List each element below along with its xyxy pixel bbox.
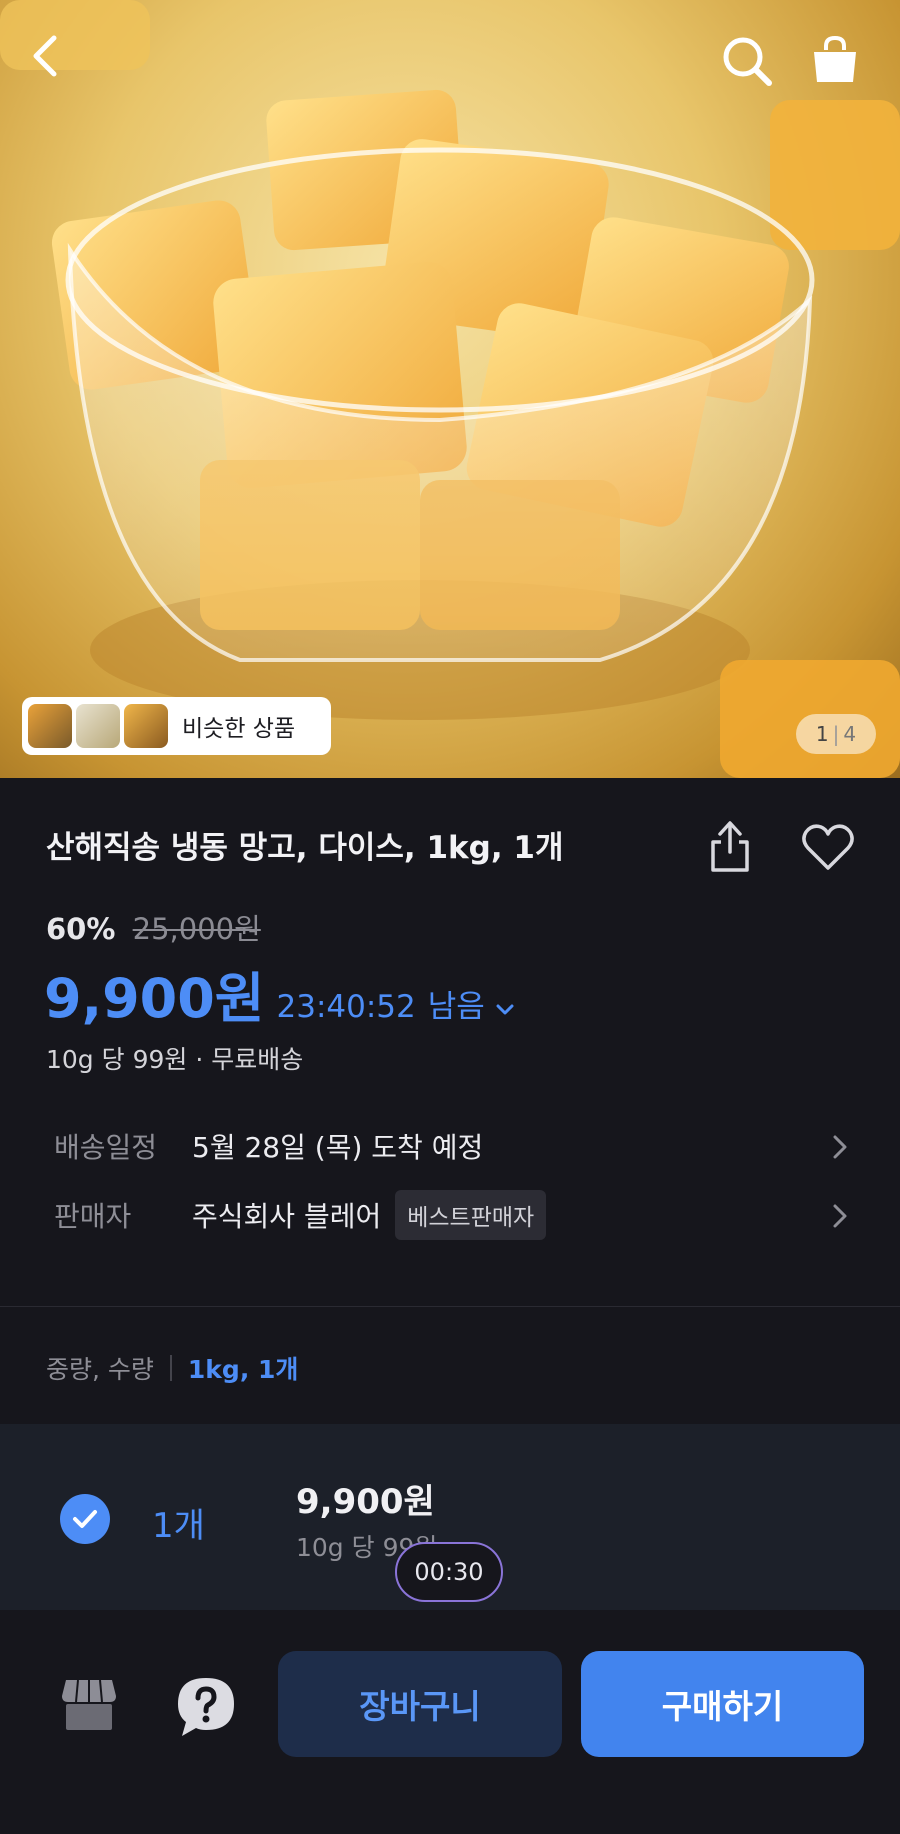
original-price: 25,000원 [132,912,261,946]
discount-row: 60% 25,000원 [46,906,261,948]
search-button[interactable] [720,34,784,98]
unit-price-shipping: 10g 당 99원 · 무료배송 [46,1045,304,1074]
similar-products-button[interactable]: 비슷한 상품 [22,697,331,755]
help-icon [178,1678,234,1736]
seller-row[interactable]: 판매자 주식회사 블레어 베스트판매자 [54,1190,547,1240]
seller-name: 주식회사 블레어 [192,1200,382,1233]
image-counter-separator: | [832,722,840,746]
cart-shortcut-button[interactable] [810,34,874,98]
store-button[interactable] [60,1676,118,1732]
chevron-right-icon[interactable] [832,1134,848,1160]
remain-label: 남음 [427,989,485,1025]
option-value: 1kg, 1개 [187,1355,299,1384]
chevron-right-icon[interactable] [832,1203,848,1229]
option-checkbox[interactable] [60,1494,110,1544]
price-row: 9,900원 23:40:52 남음 [44,954,515,1033]
inquiry-button[interactable] [176,1676,236,1738]
image-counter: 1 | 4 [796,714,876,754]
image-total: 4 [843,722,857,746]
section-divider [0,1306,900,1307]
search-icon [723,37,772,86]
sale-price: 9,900원 [44,967,265,1030]
store-icon [62,1679,116,1730]
product-image[interactable]: 비슷한 상품 1 | 4 [0,0,900,778]
option-selector[interactable]: 중량, 수량 1kg, 1개 [46,1350,298,1386]
shopping-bag-icon [814,35,856,82]
delivery-row[interactable]: 배송일정 5월 28일 (목) 도착 예정 [54,1126,483,1166]
similar-thumbnail [76,704,120,748]
check-icon [73,1510,97,1528]
add-to-cart-button[interactable]: 장바구니 [278,1651,562,1757]
countdown-expand-toggle[interactable] [495,1002,515,1021]
seller-label: 판매자 [54,1200,132,1233]
back-button[interactable] [28,34,92,98]
back-icon [33,35,57,77]
mango-bowl-illustration [0,0,900,778]
option-price: 9,900원 [296,1482,435,1522]
share-button[interactable] [706,818,754,874]
chevron-down-icon [496,1004,514,1015]
wishlist-button[interactable] [800,822,856,872]
similar-thumbnail [124,704,168,748]
product-title: 산해직송 냉동 망고, 다이스, 1kg, 1개 [46,830,564,866]
share-icon [711,821,749,872]
best-seller-badge: 베스트판매자 [395,1190,547,1240]
discount-rate: 60% [46,912,116,946]
delivery-value: 5월 28일 (목) 도착 예정 [192,1131,484,1164]
similar-products-label: 비슷한 상품 [182,716,296,742]
option-separator [169,1355,172,1381]
timer-pill: 00:30 [395,1542,503,1602]
heart-icon [802,824,854,870]
option-label: 중량, 수량 [46,1355,154,1384]
option-quantity: 1개 [152,1506,205,1546]
image-index: 1 [815,722,829,746]
similar-thumbnail [28,704,72,748]
deal-countdown: 23:40:52 [276,989,416,1025]
buy-now-button[interactable]: 구매하기 [581,1651,864,1757]
delivery-label: 배송일정 [54,1131,158,1164]
